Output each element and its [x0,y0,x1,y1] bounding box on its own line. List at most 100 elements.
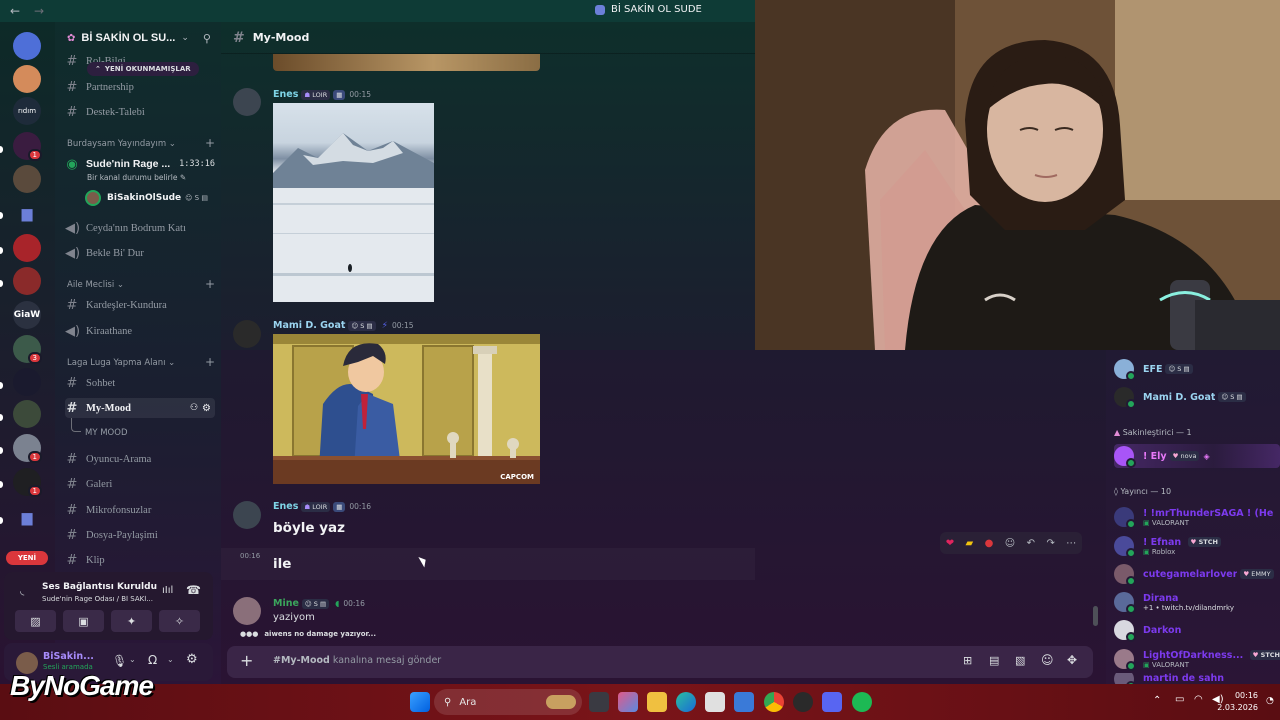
server-icon[interactable] [13,165,41,193]
avatar[interactable] [233,320,261,348]
camera-off-button[interactable]: ▨ [15,610,56,632]
channel-destek-talebi[interactable]: # Destek-Talebi [65,102,215,122]
member-item[interactable]: Dirana +1 • twitch.tv/dilandmrky [1114,590,1280,614]
channel-my-mood[interactable]: # My-Mood ⚇ ⚙ [65,398,215,418]
avatar[interactable] [233,597,261,625]
voice-member[interactable]: BiSakinOlSude ☺ S ▤ [85,190,208,206]
server-header[interactable]: ✿ Bİ SAKİN OL SU... ⌄ ⚲ [55,22,221,54]
file-explorer-icon[interactable] [647,692,667,712]
gear-icon[interactable]: ⚙ [202,403,211,414]
chrome-icon[interactable] [764,692,784,712]
hovered-message-row[interactable] [221,548,755,580]
task-view-icon[interactable] [589,692,609,712]
plus-icon[interactable]: + [205,278,215,290]
message-composer[interactable]: + #My-Mood kanalına mesaj gönder ⊞ ▤ ▧ ☺… [227,646,1093,678]
spotify-icon[interactable] [852,692,872,712]
plus-icon[interactable]: + [205,356,215,368]
server-icon[interactable]: GiaW [13,301,41,329]
back-arrow-icon[interactable]: ← [10,4,24,18]
image-attachment[interactable]: CAPCOM [273,334,540,484]
red-circle-reaction-icon[interactable]: ● [985,538,994,549]
activities-button[interactable]: ✦ [111,610,152,632]
new-unreads-banner[interactable]: ⌃ YENİ OKUNMAMIŞLAR [87,62,199,76]
server-icon[interactable] [13,400,41,428]
gift-icon[interactable]: ⊞ [963,654,972,667]
chevron-down-icon[interactable]: ⌄ [129,655,136,664]
gif-icon[interactable]: ▤ [989,654,999,667]
forward-arrow-icon[interactable]: → [34,4,48,18]
apps-icon[interactable]: ✥ [1067,653,1077,667]
sticker-icon[interactable]: ▧ [1015,654,1025,667]
channel-klip[interactable]: # Klip [65,550,215,570]
server-icon[interactable] [13,234,41,262]
voice-channel-active[interactable]: ◉ Sude'nin Rage ... 1:33:16 [65,154,215,174]
disconnect-icon[interactable]: ☎ [186,583,201,597]
notification-bell-icon[interactable]: ◔ [1266,696,1274,706]
category-burdaysam[interactable]: Burdaysam Yayındayım ⌄ + [67,137,215,149]
thumbs-reaction-icon[interactable]: ▰ [966,538,974,549]
member-item[interactable]: Darkon [1114,618,1280,642]
channel-sohbet[interactable]: # Sohbet [65,373,215,393]
server-icon[interactable] [13,368,41,396]
message-input[interactable]: #My-Mood kanalına mesaj gönder [273,655,441,666]
member-item[interactable]: ! !mrThunderSAGA ! (Hell...▣ VALORANT [1114,505,1280,529]
voice-channel-ceyda[interactable]: ◀) Ceyda'nın Bodrum Katı [65,218,215,238]
taskbar-search[interactable]: ⚲ Ara [434,689,582,715]
add-reaction-icon[interactable]: ☺ [1005,538,1015,549]
taskbar-clock[interactable]: 00:16 2.03.2026 [1217,690,1258,714]
channel-dosya[interactable]: # Dosya-Paylaşimi [65,525,215,545]
folder-icon[interactable]: ▆ [13,504,41,532]
noise-suppression-icon[interactable]: ıIıl [162,585,173,596]
discord-icon[interactable] [822,692,842,712]
server-icon[interactable] [13,32,41,60]
avatar[interactable] [233,88,261,116]
network-icon[interactable]: ▭ [1175,694,1184,705]
server-icon[interactable]: 1 [13,434,42,463]
thread-my-mood[interactable]: MY MOOD [85,428,128,438]
microphone-icon[interactable]: 🎙︎ [112,654,127,668]
gear-icon[interactable]: ⚙ [186,652,198,667]
member-item[interactable]: cutegamelarlover ♥ EMMY [1114,562,1280,586]
add-member-icon[interactable]: ⚇ [190,403,198,413]
obs-icon[interactable] [793,692,813,712]
invite-icon[interactable]: ⚲ [203,32,211,45]
plus-icon[interactable]: + [205,137,215,149]
soundboard-button[interactable]: ✧ [159,610,200,632]
image-attachment[interactable] [273,103,434,302]
server-icon[interactable] [13,65,41,93]
emoji-icon[interactable]: ☺ [1041,653,1054,667]
voice-channel-kiraathane[interactable]: ◀) Kiraathane [65,321,215,341]
channel-oyuncu-arama[interactable]: # Oyuncu-Arama [65,449,215,469]
plus-icon[interactable]: + [240,651,253,670]
store-icon[interactable] [705,692,725,712]
channel-galeri[interactable]: # Galeri [65,474,215,494]
server-icon[interactable]: 1 [13,132,42,161]
edge-icon[interactable] [676,692,696,712]
server-icon[interactable]: 3 [13,335,42,364]
category-aile[interactable]: Aile Meclisi ⌄ + [67,278,215,290]
member-item[interactable]: ! Ely ♥ nova ◈ [1114,444,1280,468]
member-item[interactable]: LightOfDarkness... ♥ STCH ▣ VALORANT [1114,647,1280,671]
heart-reaction-icon[interactable]: ❤ [946,538,954,549]
reply-icon[interactable]: ↶ [1027,538,1035,549]
mail-icon[interactable] [734,692,754,712]
channel-mikrofonsuzlar[interactable]: # Mikrofonsuzlar [65,500,215,520]
voice-channel-bekle[interactable]: ◀) Bekle Bi' Dur [65,243,215,263]
windows-start-icon[interactable] [410,692,430,712]
signal-icon[interactable]: ◟ [20,584,24,597]
headphones-icon[interactable]: Ω [148,653,157,667]
channel-partnership[interactable]: # Partnership [65,77,215,97]
server-icon[interactable]: rıdım [13,97,41,125]
screen-share-button[interactable]: ▣ [63,610,104,632]
chat-scrollbar[interactable] [1093,606,1098,626]
forward-icon[interactable]: ↷ [1046,538,1054,549]
member-item[interactable]: Mami D. Goat ☺ S ▤ [1114,385,1280,409]
member-item[interactable]: martin de sahn [1114,673,1280,684]
channel-status[interactable]: Bir kanal durumu belirle ✎ [87,173,186,182]
member-item[interactable]: ! Efnan ♥ STCH ▣ Roblox [1114,534,1280,558]
channel-kardesler[interactable]: # Kardeşler-Kundura [65,295,215,315]
wifi-icon[interactable]: ◠ [1194,694,1203,705]
image-attachment[interactable] [273,54,540,71]
office-icon[interactable] [618,692,638,712]
server-icon[interactable] [13,267,41,295]
